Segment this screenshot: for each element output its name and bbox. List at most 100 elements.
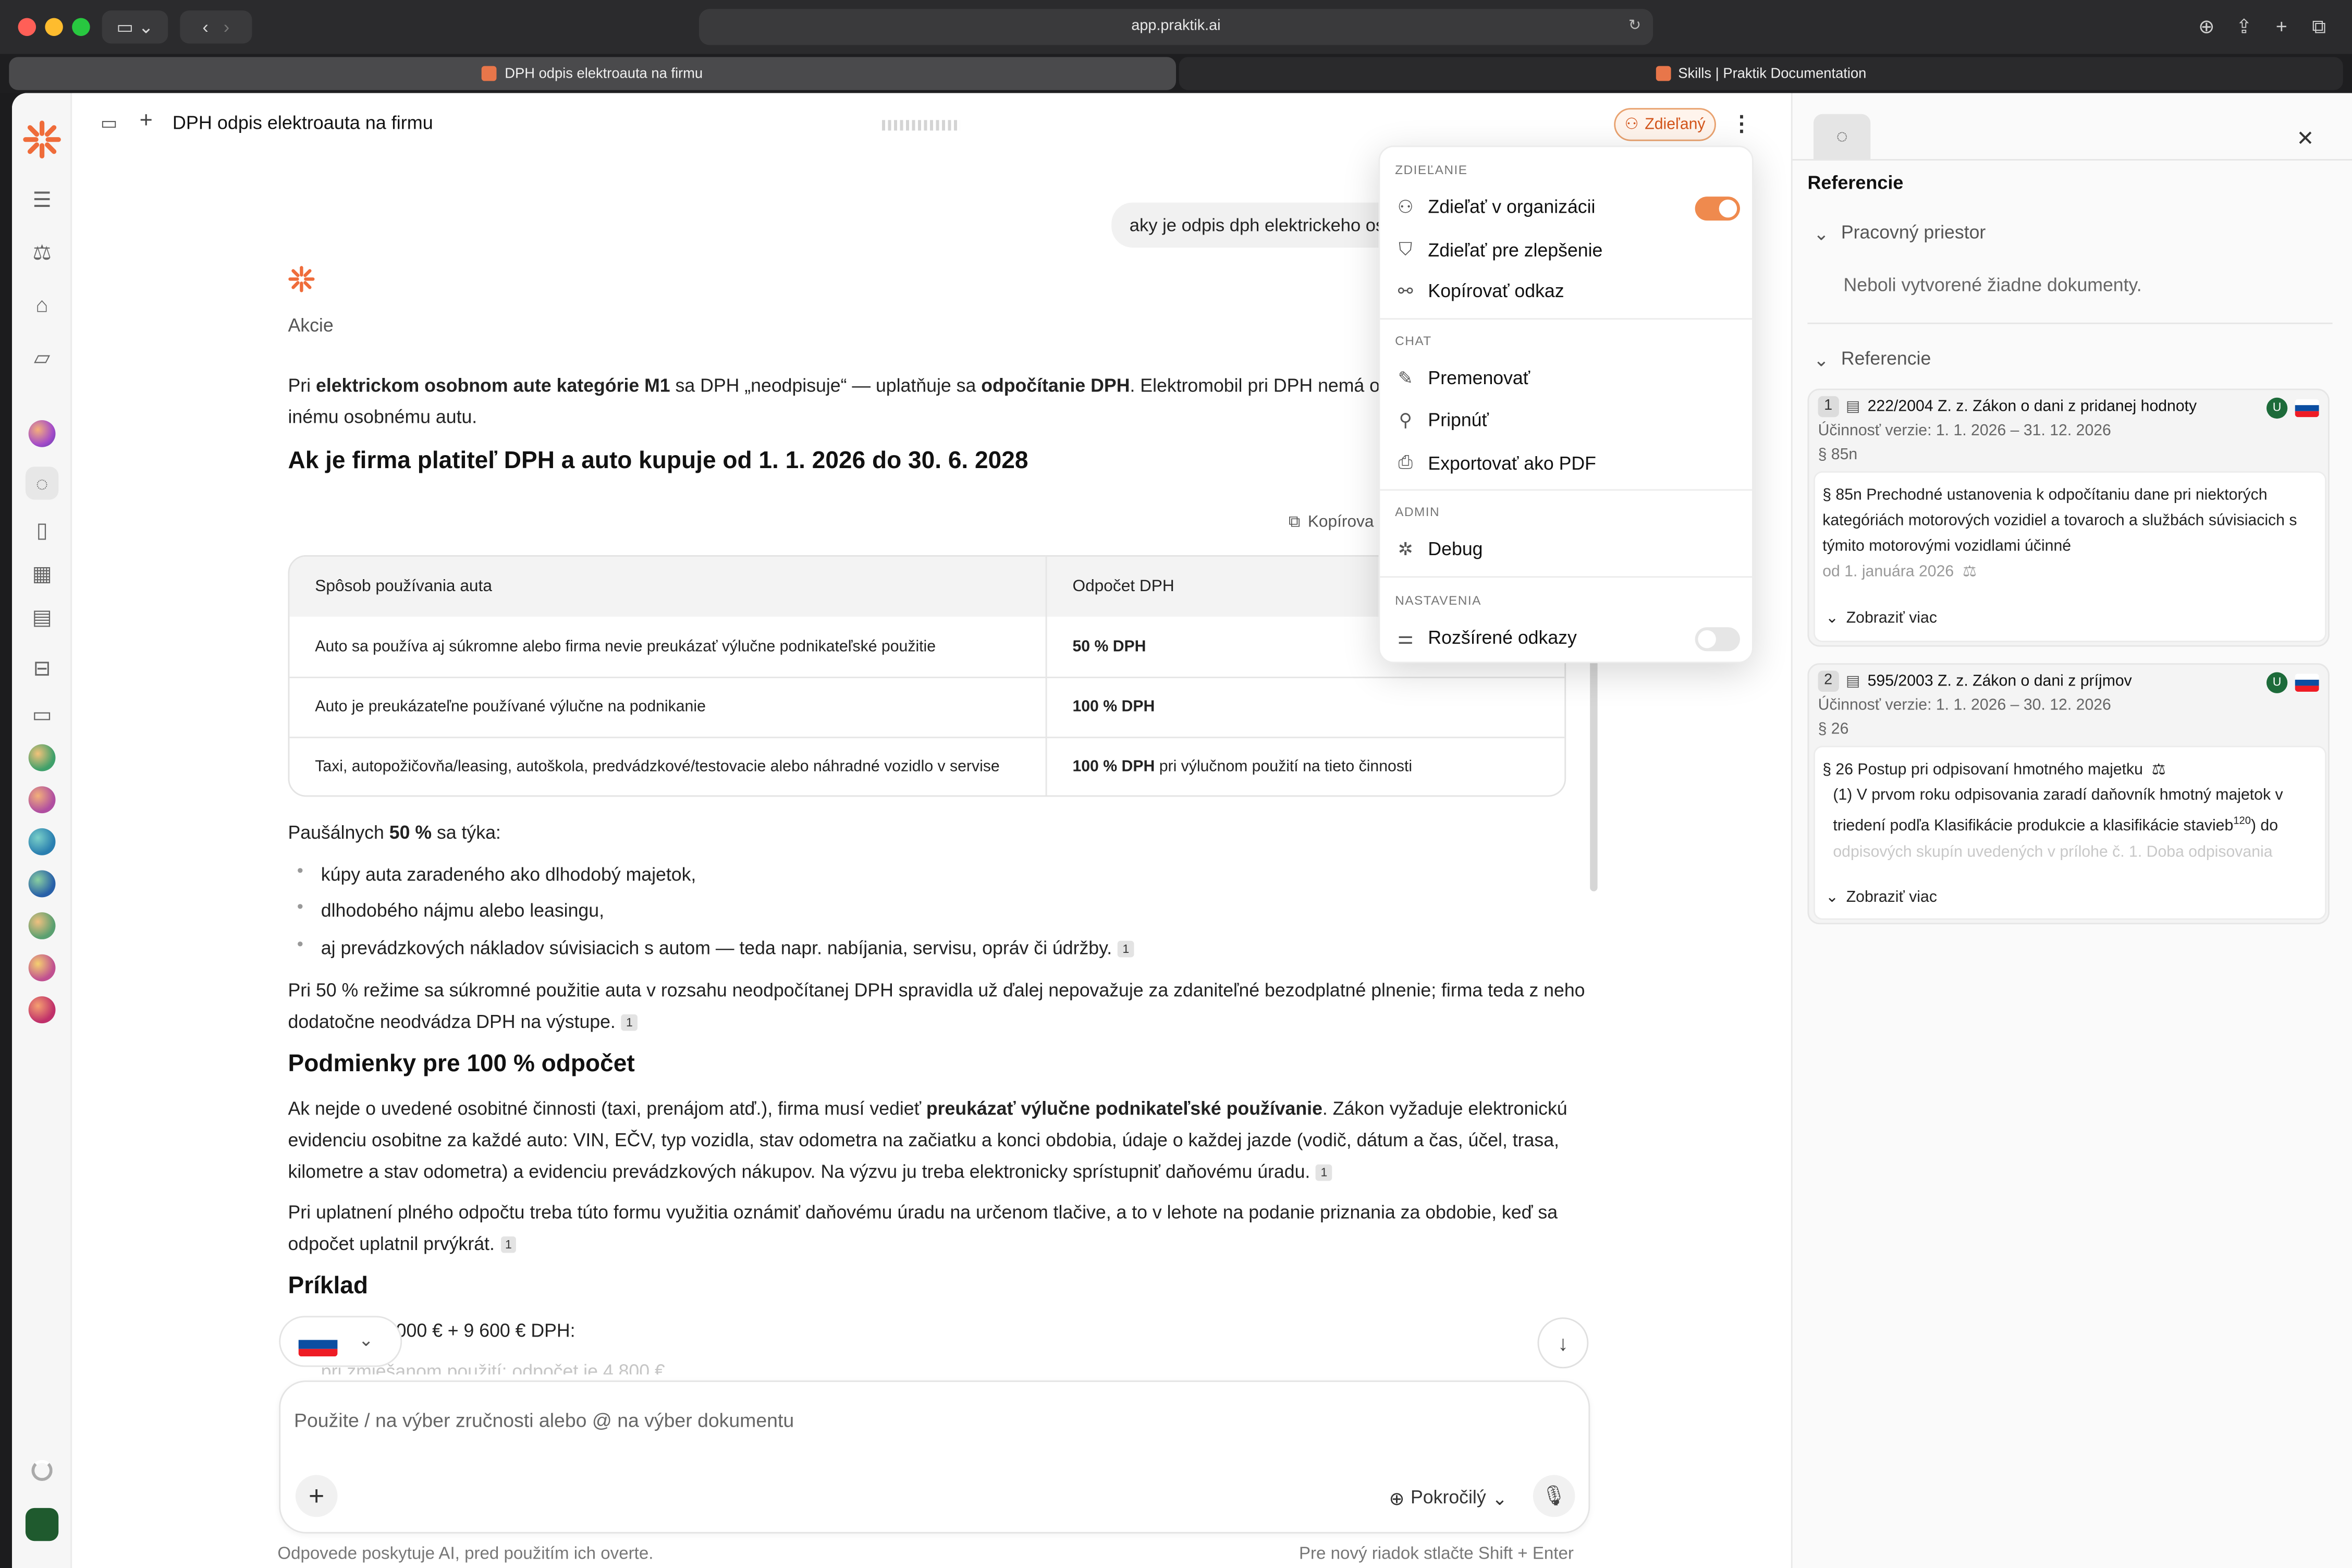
- menu-item-extended-links[interactable]: ⚌ Rozšírené odkazy: [1395, 627, 1577, 648]
- workspace-section-toggle[interactable]: ⌄ Pracovný priestor: [1814, 222, 1986, 244]
- scroll-down-button[interactable]: ↓: [1537, 1317, 1589, 1369]
- scales-icon: ⚖: [2151, 761, 2166, 779]
- workspace-avatar[interactable]: [28, 420, 56, 447]
- history-nav: ‹ ›: [180, 10, 252, 44]
- close-window-icon[interactable]: [18, 18, 36, 36]
- reference-card[interactable]: 2 ▤ 595/2003 Z. z. Zákon o dani z príjmo…: [1807, 663, 2330, 925]
- menu-section-title: NASTAVENIA: [1395, 592, 1481, 608]
- menu-item-share-improve[interactable]: ⛉ Zdieľať pre zlepšenie: [1395, 239, 1602, 261]
- share-label: Zdieľaný: [1645, 115, 1706, 134]
- notes-icon[interactable]: ☰: [26, 183, 58, 216]
- language-selector[interactable]: ⌄: [279, 1316, 402, 1367]
- extended-links-toggle[interactable]: [1695, 627, 1740, 652]
- microphone-button[interactable]: 🎙: [1533, 1475, 1575, 1517]
- downloads-icon[interactable]: ⊕: [2193, 14, 2220, 41]
- share-icon[interactable]: ⇪: [2231, 14, 2258, 41]
- menu-item-debug[interactable]: ✲ Debug: [1395, 538, 1483, 559]
- space-avatar[interactable]: [28, 744, 56, 771]
- shortcut-hint: Pre nový riadok stlačte Shift + Enter: [1298, 1545, 1574, 1564]
- close-icon[interactable]: ✕: [2297, 126, 2314, 152]
- menu-divider: [1380, 318, 1755, 320]
- chevron-down-icon: ⌄: [1492, 1488, 1508, 1510]
- share-button[interactable]: ⚇ Zdieľaný: [1614, 108, 1716, 141]
- praktik-logo-icon[interactable]: [22, 120, 62, 159]
- copy-button[interactable]: ⧉ Kopírova: [1289, 513, 1374, 532]
- menu-item-rename[interactable]: ✎ Premenovať: [1395, 368, 1530, 388]
- back-icon[interactable]: ‹: [202, 17, 209, 38]
- reference-title[interactable]: 595/2003 Z. z. Zákon o dani z príjmov: [1868, 672, 2132, 691]
- chat-icon[interactable]: ◌: [25, 467, 59, 500]
- document-icon[interactable]: ▯: [26, 513, 58, 546]
- citation-badge[interactable]: 1: [500, 1236, 517, 1254]
- menu-item-label: Kopírovať odkaz: [1428, 280, 1564, 302]
- citation-badge[interactable]: 1: [621, 1014, 638, 1032]
- space-avatar[interactable]: [28, 996, 56, 1024]
- menu-item-copy-link[interactable]: ⚯ Kopírovať odkaz: [1395, 280, 1564, 301]
- table-row: Taxi, autopožičovňa/leasing, autoškola, …: [289, 737, 1564, 795]
- reload-icon[interactable]: ↻: [1628, 9, 1641, 45]
- loading-spinner-icon: [31, 1460, 53, 1481]
- chat-scrollbar[interactable]: [1590, 648, 1598, 891]
- user-avatar[interactable]: [25, 1508, 59, 1541]
- space-avatar[interactable]: [28, 870, 56, 898]
- space-avatar[interactable]: [28, 828, 56, 855]
- assistant-logo-icon: [288, 265, 315, 292]
- table-cell: 100 % DPH: [1072, 697, 1155, 716]
- folder-icon[interactable]: ▭: [26, 697, 58, 730]
- sidebar-toggle-button[interactable]: ▭ ⌄: [102, 10, 168, 44]
- briefcase-icon[interactable]: ▤: [26, 600, 58, 633]
- attach-button[interactable]: +: [295, 1475, 338, 1517]
- references-section-toggle[interactable]: ⌄ Referencie: [1814, 348, 1931, 371]
- update-badge: U: [2266, 397, 2288, 419]
- more-options-icon[interactable]: ⋮: [1731, 111, 1752, 137]
- chat-title[interactable]: DPH odpis elektroauta na firmu: [173, 113, 433, 133]
- tab-active[interactable]: DPH odpis elektroauta na firmu: [9, 57, 1176, 90]
- chat-bubbles-icon: ◌: [1836, 124, 1848, 148]
- chevron-down-icon: ⌄: [1825, 609, 1839, 628]
- section-label: Pracovný priestor: [1841, 222, 1986, 243]
- show-more-button[interactable]: ⌄ Zobraziť viac: [1826, 888, 1937, 906]
- pencil-icon: ✎: [1398, 368, 1413, 389]
- menu-item-export-pdf[interactable]: ⎙ Exportovať ako PDF: [1395, 451, 1596, 474]
- microphone-icon: 🎙: [1541, 1484, 1566, 1506]
- show-more-button[interactable]: ⌄ Zobraziť viac: [1826, 609, 1937, 628]
- new-chat-icon[interactable]: +: [140, 108, 153, 133]
- menu-item-share-org[interactable]: ⚇ Zdieľať v organizácii: [1395, 197, 1596, 218]
- menu-item-pin[interactable]: ⚲ Pripnúť: [1395, 410, 1489, 431]
- drag-handle[interactable]: [882, 120, 960, 131]
- new-tab-icon[interactable]: +: [2268, 14, 2295, 41]
- grid-icon[interactable]: ▦: [26, 557, 58, 590]
- law-document-icon: ▤: [1846, 398, 1860, 415]
- book-icon[interactable]: ⊟: [26, 651, 58, 684]
- minimize-window-icon[interactable]: [45, 18, 63, 36]
- table-row: Auto je preukázateľne používané výlučne …: [289, 677, 1564, 737]
- space-avatar[interactable]: [28, 912, 56, 939]
- reference-excerpt: § 85n Prechodné ustanovenia k odpočítani…: [1813, 471, 2327, 642]
- space-avatar[interactable]: [28, 786, 56, 814]
- url-text: app.praktik.ai: [1131, 18, 1221, 35]
- users-icon: ⚇: [1397, 197, 1414, 218]
- chat-options-menu: ZDIEĽANIE ⚇ Zdieľať v organizácii ⛉ Zdieľa…: [1378, 145, 1755, 664]
- citation-badge[interactable]: 1: [1316, 1165, 1332, 1181]
- reference-number: 2: [1818, 670, 1839, 692]
- table-cell: 50 % DPH: [1072, 638, 1146, 656]
- reference-card[interactable]: 1 ▤ 222/2004 Z. z. Zákon o dani z pridan…: [1807, 388, 2330, 647]
- panel-toggle-icon[interactable]: ▭: [101, 113, 118, 133]
- share-org-toggle[interactable]: [1695, 197, 1740, 221]
- citation-badge[interactable]: 1: [1118, 941, 1134, 958]
- message-input[interactable]: Použite / na výber zručnosti alebo @ na …: [294, 1409, 794, 1431]
- forward-icon[interactable]: ›: [224, 17, 230, 38]
- scales-icon[interactable]: ⚖: [26, 236, 58, 268]
- institution-icon[interactable]: ⌂: [26, 288, 58, 321]
- folders-icon[interactable]: ▱: [26, 340, 58, 373]
- zoom-window-icon[interactable]: [72, 18, 90, 36]
- tab-inactive[interactable]: Skills | Praktik Documentation: [1179, 57, 2343, 90]
- actions-label[interactable]: Akcie: [288, 315, 333, 336]
- references-tab[interactable]: ◌: [1813, 114, 1871, 160]
- chevron-down-icon: ⌄: [1813, 223, 1829, 245]
- mode-selector[interactable]: ⊕ Pokročilý ⌄: [1389, 1487, 1508, 1510]
- reference-title[interactable]: 222/2004 Z. z. Zákon o dani z pridanej h…: [1868, 398, 2197, 416]
- space-avatar[interactable]: [28, 954, 56, 982]
- tab-overview-icon[interactable]: ⧉: [2306, 14, 2333, 41]
- address-bar[interactable]: app.praktik.ai ↻: [699, 9, 1653, 45]
